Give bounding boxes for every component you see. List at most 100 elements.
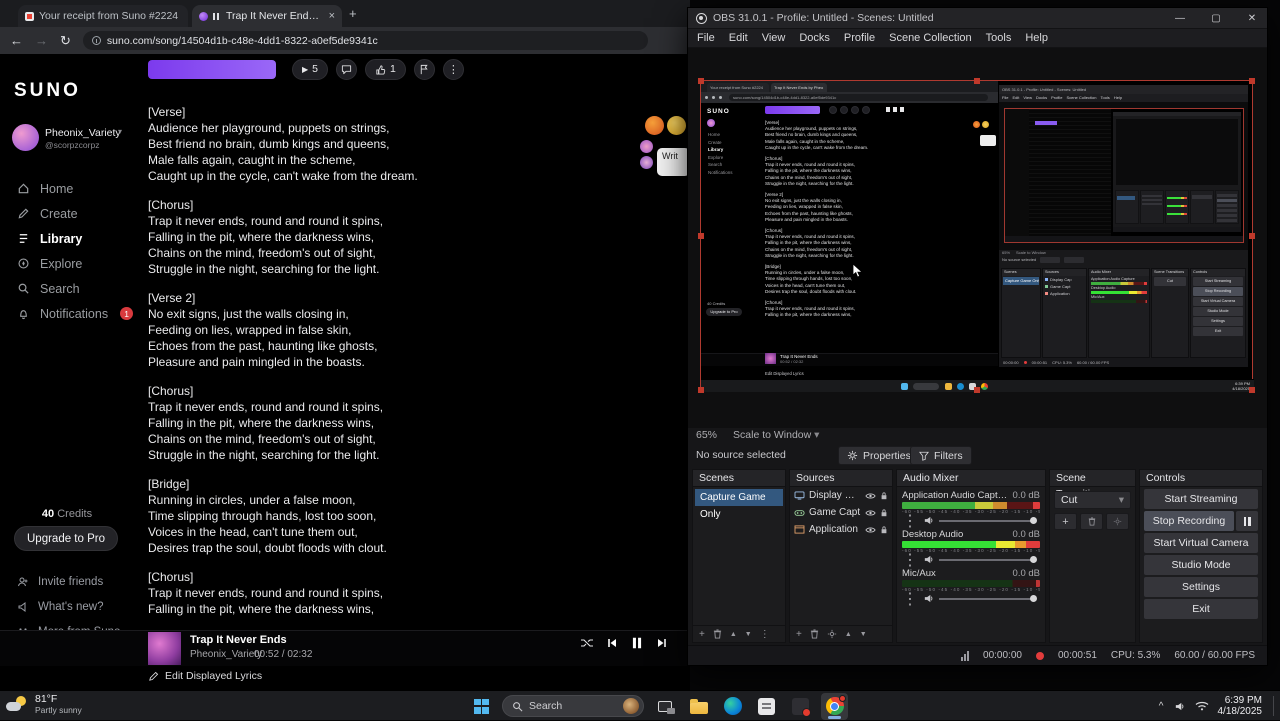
lock-icon[interactable] [880,525,888,535]
remove-transition-button[interactable] [1080,513,1103,530]
channel-menu-icon[interactable]: ⋮ [902,550,918,570]
start-button[interactable] [468,693,495,720]
move-source-down-icon[interactable]: ▼ [860,631,867,638]
close-button[interactable]: ✕ [1237,8,1267,29]
now-playing-highlight[interactable] [148,60,276,79]
source-handle[interactable] [698,78,704,84]
settings-button[interactable]: Settings [1144,577,1258,597]
channel-menu-icon[interactable]: ⋮ [902,511,918,531]
like-button[interactable]: 1 [365,58,406,80]
studio-mode-button[interactable]: Studio Mode [1144,555,1258,575]
comment-card[interactable]: Writ [657,148,690,176]
transition-properties-button[interactable] [1106,513,1129,530]
properties-button[interactable]: Properties [838,446,920,465]
source-handle[interactable] [1249,232,1255,239]
volume-slider[interactable] [939,517,1037,524]
sidebar-item-search[interactable]: Search [0,276,140,301]
menu-edit[interactable]: Edit [722,29,755,48]
fire-emoji-icon[interactable] [645,116,664,135]
sidebar-item-create[interactable]: Create [0,201,140,226]
browser-tab-song[interactable]: Trap It Never Ends by Pheo × [192,5,342,27]
sidebar-item-library[interactable]: Library [0,226,140,251]
forward-icon[interactable]: → [35,34,48,47]
source-handle[interactable] [698,232,704,239]
minimize-button[interactable]: — [1165,8,1195,29]
speaker-icon[interactable] [923,593,934,604]
speaker-icon[interactable] [923,554,934,565]
source-row-display-capture[interactable]: Display Cap [790,487,892,504]
start-virtual-camera-button[interactable]: Start Virtual Camera [1144,533,1258,553]
transition-dropdown[interactable]: Cut ▾ [1054,491,1131,509]
task-view-button[interactable] [651,693,678,720]
chrome-button[interactable] [821,692,848,720]
album-art[interactable] [148,632,181,665]
scene-item-capture-game-only[interactable]: Capture Game Only [695,489,783,520]
store-app-button[interactable] [753,693,780,720]
menu-view[interactable]: View [755,29,793,48]
tab-close-icon[interactable]: × [329,10,335,22]
volume-slider[interactable] [939,556,1037,563]
tray-expand-icon[interactable]: ^ [1159,701,1164,712]
tray-speaker-icon[interactable] [1173,701,1186,712]
sidebar-item-explore[interactable]: Explore [0,251,140,276]
scale-mode-dropdown[interactable]: Scale to Window ▾ [733,429,819,441]
edge-button[interactable] [719,693,746,720]
sources-panel-title[interactable]: Sources [790,470,892,487]
source-row-game-capture[interactable]: Game Capt [790,504,892,521]
add-scene-button[interactable]: + [699,629,705,640]
sidebar-item-notifications[interactable]: Notifications 1 [0,301,140,326]
suno-logo[interactable]: SUNO [14,80,81,102]
source-properties-gear-icon[interactable] [827,629,837,639]
mixer-panel-title[interactable]: Audio Mixer [897,470,1045,487]
add-transition-button[interactable]: + [1054,513,1077,530]
weather-widget[interactable]: 81°F Partly sunny [6,693,82,715]
filters-button[interactable]: Filters [910,446,972,465]
obs-title-bar[interactable]: OBS 31.0.1 - Profile: Untitled - Scenes:… [688,8,1267,29]
invite-friends-link[interactable]: Invite friends [0,569,140,594]
menu-tools[interactable]: Tools [979,29,1019,48]
reload-icon[interactable]: ↻ [60,34,71,47]
shuffle-icon[interactable] [580,638,594,648]
remove-source-icon[interactable] [810,629,819,639]
exit-button[interactable]: Exit [1144,599,1258,619]
browser-tab-receipt[interactable]: Your receipt from Suno #2224 [18,5,188,27]
sidebar-item-home[interactable]: Home [0,176,140,201]
move-scene-down-icon[interactable]: ▼ [745,631,752,638]
user-avatar[interactable] [12,124,39,151]
upgrade-to-pro-button[interactable]: Upgrade to Pro [14,526,118,551]
player-song-title[interactable]: Trap It Never Ends [190,634,287,646]
whats-new-link[interactable]: What's new? [0,594,140,619]
volume-slider[interactable] [939,595,1037,602]
source-row-application-audio[interactable]: Application [790,521,892,538]
new-tab-button[interactable]: + [349,6,357,21]
play-count-button[interactable]: ▶ 5 [292,58,328,80]
pause-icon[interactable] [630,636,644,650]
user-name[interactable]: Pheonix_Variety [45,127,121,139]
edit-displayed-lyrics-button[interactable]: Edit Displayed Lyrics [148,670,262,682]
scenes-more-icon[interactable]: ⋮ [760,629,770,640]
flag-button[interactable] [413,58,435,80]
pause-recording-button[interactable] [1236,511,1258,531]
clock-widget[interactable]: 6:39 PM 4/18/2025 [1218,695,1263,717]
show-desktop-button[interactable] [1273,696,1276,716]
channel-menu-icon[interactable]: ⋮ [902,589,918,609]
taskbar-search[interactable]: Search [502,695,644,717]
tab-audio-playing-icon[interactable] [213,12,221,20]
add-source-button[interactable]: + [796,629,802,640]
move-source-up-icon[interactable]: ▲ [845,631,852,638]
start-streaming-button[interactable]: Start Streaming [1144,489,1258,509]
previous-track-icon[interactable] [606,637,618,649]
comment-button[interactable] [336,58,357,80]
more-options-button[interactable]: ⋮ [442,58,464,80]
menu-file[interactable]: File [690,29,722,48]
speaker-icon[interactable] [923,515,934,526]
menu-docks[interactable]: Docks [792,29,837,48]
next-track-icon[interactable] [656,637,668,649]
source-handle[interactable] [698,387,704,393]
user-menu-caret-icon[interactable]: ▾ [118,127,122,136]
back-icon[interactable]: ← [10,34,23,47]
controls-panel-title[interactable]: Controls [1140,470,1262,487]
lock-icon[interactable] [880,508,888,518]
transitions-panel-title[interactable]: Scene Transitions [1050,470,1135,500]
lock-icon[interactable] [880,491,888,501]
